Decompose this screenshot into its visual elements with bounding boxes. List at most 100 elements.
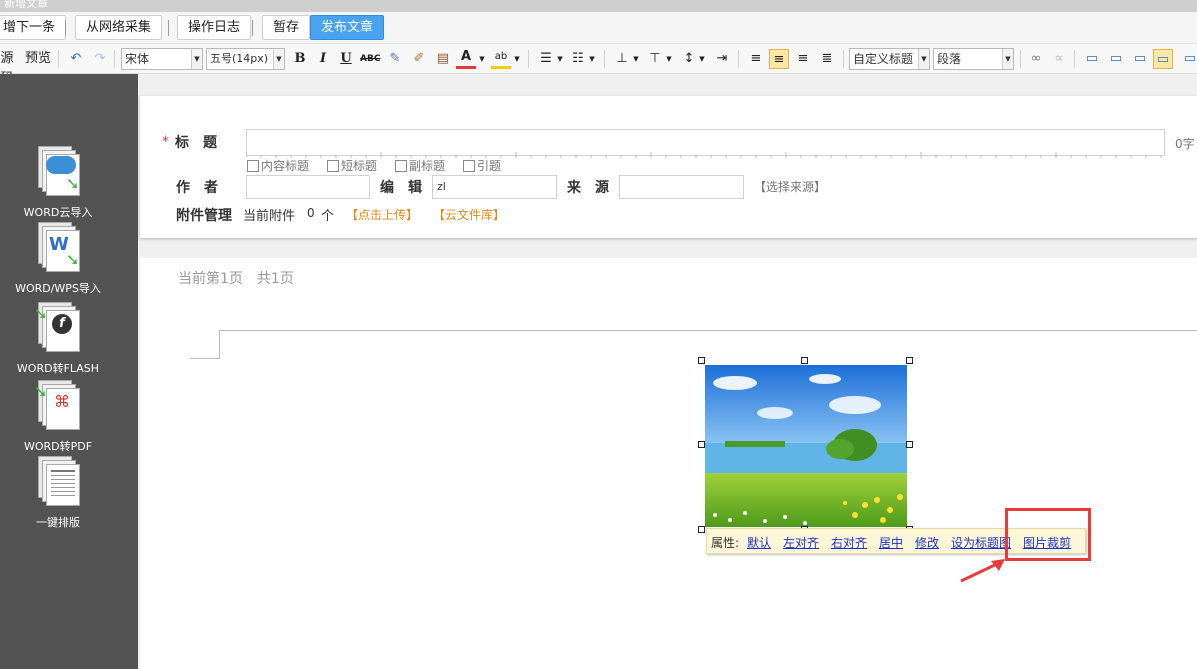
editor-toolbar: 源码 预览 ↶ ↷ 宋体 ▼ 五号(14px) ▼ B I U ABC ✎ ✐ … <box>0 44 1197 86</box>
sidebar-item-word-cloud-import[interactable]: ➘ WORD云导入 <box>8 146 108 220</box>
checkbox-label: 内容标题 <box>261 159 310 173</box>
image-right-align-link[interactable]: 右对齐 <box>831 534 867 551</box>
paste-icon[interactable]: ▤ <box>433 49 453 69</box>
resize-handle[interactable] <box>698 441 705 448</box>
font-family-value: 宋体 <box>125 52 150 66</box>
divider <box>738 50 739 68</box>
divider <box>168 20 169 36</box>
preview-button[interactable]: 预览 <box>24 49 52 69</box>
image-center-link[interactable]: 居中 <box>879 534 903 551</box>
editor-input[interactable]: zl <box>432 175 557 199</box>
more-icon[interactable]: ▭ <box>1180 49 1197 69</box>
chevron-down-icon: ▼ <box>918 49 929 69</box>
cloud-library-link[interactable]: 【云文件库】 <box>433 206 505 223</box>
checkbox-subtitle[interactable]: 副标题 <box>395 157 445 174</box>
image-left-icon[interactable]: ▭ <box>1106 49 1126 69</box>
chevron-down-icon[interactable]: ▼ <box>665 49 673 69</box>
font-family-select[interactable]: 宋体 ▼ <box>121 48 203 70</box>
unordered-list-icon[interactable]: ☷ <box>568 49 588 69</box>
line-height-icon[interactable]: ↕ <box>679 49 699 69</box>
landscape-image[interactable] <box>705 365 907 527</box>
chevron-down-icon[interactable]: ▼ <box>513 49 521 69</box>
save-next-button[interactable]: 增下一条 <box>0 15 67 40</box>
checkbox-label: 短标题 <box>341 159 378 173</box>
checkbox-short-title[interactable]: 短标题 <box>327 157 377 174</box>
upload-link[interactable]: 【点击上传】 <box>346 206 418 223</box>
resize-handle[interactable] <box>698 357 705 364</box>
font-color-icon[interactable]: A <box>456 49 476 69</box>
editor-content-area[interactable] <box>140 258 1197 669</box>
draft-button[interactable]: 暂存 <box>262 15 311 40</box>
align-right-icon[interactable]: ≡ <box>793 49 813 69</box>
chevron-down-icon[interactable]: ▼ <box>698 49 706 69</box>
highlight-icon[interactable]: ab <box>491 49 511 69</box>
checkbox-content-title[interactable]: 内容标题 <box>247 157 309 174</box>
sidebar-item-label: WORD/WPS导入 <box>15 282 101 295</box>
strikethrough-icon[interactable]: ABC <box>360 49 380 69</box>
image-left-align-link[interactable]: 左对齐 <box>783 534 819 551</box>
align-center-icon[interactable]: ≡ <box>769 49 789 69</box>
page-corner-mark <box>190 358 220 359</box>
ordered-list-icon[interactable]: ☰ <box>536 49 556 69</box>
bold-icon[interactable]: B <box>290 49 310 69</box>
word-to-flash-icon: f ➘ <box>32 302 84 358</box>
sidebar-item-word-to-flash[interactable]: f ➘ WORD转FLASH <box>8 302 108 376</box>
resize-handle[interactable] <box>698 526 705 533</box>
undo-icon[interactable]: ↶ <box>66 49 86 69</box>
source-label: 来 源 <box>567 180 609 196</box>
checkbox-label: 副标题 <box>409 159 446 173</box>
annotation-arrow <box>960 559 1005 583</box>
source-input[interactable] <box>619 175 744 199</box>
font-size-select[interactable]: 五号(14px) ▼ <box>206 48 285 70</box>
set-title-image-link[interactable]: 设为标题图 <box>951 534 1011 551</box>
chevron-down-icon: ▼ <box>191 49 202 69</box>
word-wps-import-icon: W ➘ <box>32 222 84 278</box>
sidebar-item-auto-layout[interactable]: 一键排版 <box>8 456 108 530</box>
resize-handle[interactable] <box>906 357 913 364</box>
select-source-link[interactable]: 【选择来源】 <box>754 178 826 195</box>
publish-button[interactable]: 发布文章 <box>310 15 385 40</box>
operation-log-button[interactable]: 操作日志 <box>177 15 252 40</box>
chevron-down-icon[interactable]: ▼ <box>588 49 596 69</box>
unlink-icon[interactable]: ∝ <box>1049 49 1069 69</box>
image-default-icon[interactable]: ▭ <box>1082 49 1102 69</box>
justify-icon[interactable]: ≣ <box>817 49 837 69</box>
italic-icon[interactable]: I <box>313 49 333 69</box>
attachment-count: 0 <box>307 206 315 220</box>
sidebar-item-word-wps-import[interactable]: W ➘ WORD/WPS导入 <box>8 222 108 296</box>
align-top-icon[interactable]: ⊥ <box>612 49 632 69</box>
image-default-link[interactable]: 默认 <box>747 534 771 551</box>
collect-web-button[interactable]: 从网络采集 <box>75 15 163 40</box>
indent-icon[interactable]: ⇥ <box>712 49 732 69</box>
checkbox-lead-title[interactable]: 引题 <box>463 157 501 174</box>
redo-icon[interactable]: ↷ <box>90 49 110 69</box>
image-edit-link[interactable]: 修改 <box>915 534 939 551</box>
align-left-icon[interactable]: ≡ <box>746 49 766 69</box>
resize-handle[interactable] <box>801 357 808 364</box>
image-right-icon[interactable]: ▭ <box>1130 49 1150 69</box>
chevron-down-icon[interactable]: ▼ <box>556 49 564 69</box>
heading-value: 自定义标题 <box>853 52 914 66</box>
align-middle-icon[interactable]: ⊤ <box>645 49 665 69</box>
heading-select[interactable]: 自定义标题 ▼ <box>849 48 930 70</box>
sidebar-item-word-to-pdf[interactable]: ⌘ ➘ WORD转PDF <box>8 380 108 454</box>
divider <box>252 20 253 36</box>
clear-format-icon[interactable]: ✐ <box>409 49 429 69</box>
chevron-down-icon[interactable]: ▼ <box>632 49 640 69</box>
editor-label: 编 辑 <box>380 180 422 196</box>
author-input[interactable] <box>246 175 370 199</box>
divider <box>604 50 605 68</box>
source-button[interactable]: 源码 <box>0 49 18 86</box>
underline-icon[interactable]: U <box>336 49 356 69</box>
attachment-current-label: 当前附件 <box>243 209 296 224</box>
image-center-icon[interactable]: ▭ <box>1153 49 1173 69</box>
link-icon[interactable]: ∞ <box>1026 49 1046 69</box>
format-brush-icon[interactable]: ✎ <box>385 49 405 69</box>
author-label: 作 者 <box>176 180 218 196</box>
left-sidebar: ➘ WORD云导入 W ➘ WORD/WPS导入 f ➘ WORD转FLASH … <box>0 74 138 669</box>
resize-handle[interactable] <box>906 441 913 448</box>
chevron-down-icon[interactable]: ▼ <box>478 49 486 69</box>
divider <box>65 20 66 36</box>
word-to-pdf-icon: ⌘ ➘ <box>32 380 84 436</box>
paragraph-select[interactable]: 段落 ▼ <box>933 48 1014 70</box>
